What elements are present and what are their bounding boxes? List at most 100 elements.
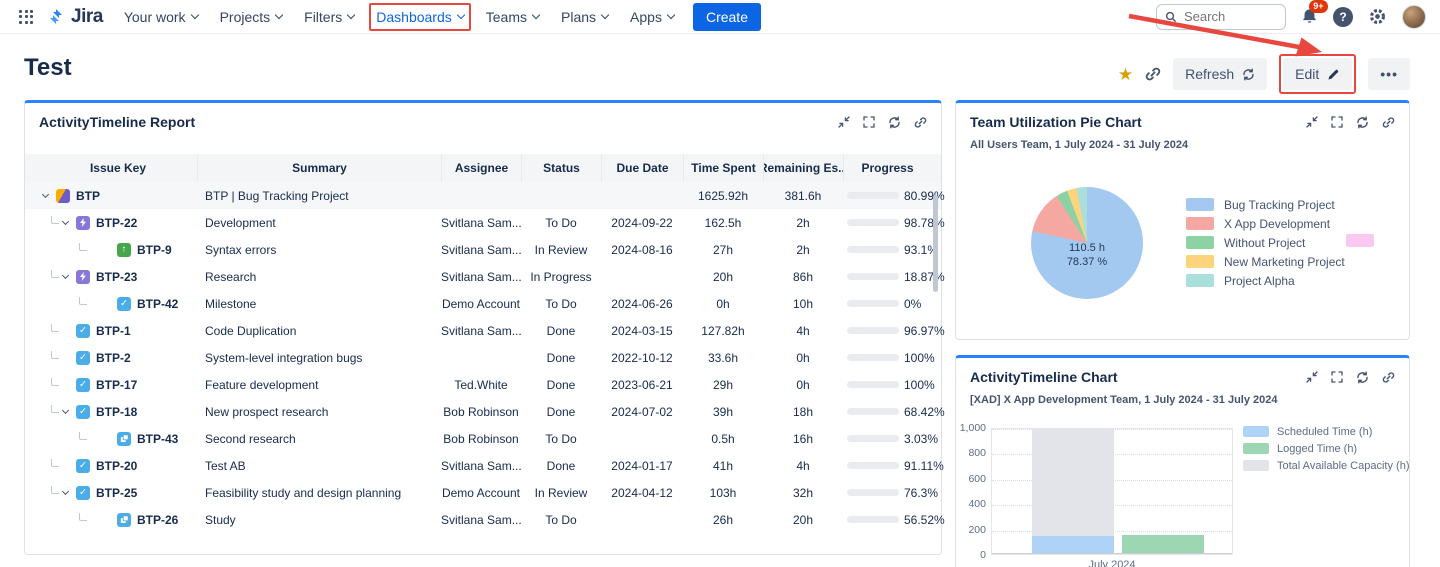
progress-label: 56.52% — [904, 513, 945, 527]
link-icon[interactable] — [914, 116, 927, 129]
column-header-time-spent[interactable]: Time Spent — [683, 154, 763, 182]
help-button[interactable]: ? — [1333, 7, 1353, 27]
issue-key-link[interactable]: BTP-43 — [137, 432, 178, 446]
issue-key-link[interactable]: BTP-23 — [96, 270, 137, 284]
refresh-icon — [1242, 68, 1255, 81]
expand-icon[interactable] — [863, 116, 875, 128]
expand-icon[interactable] — [1331, 371, 1343, 383]
issue-key-link[interactable]: BTP — [76, 189, 100, 203]
status-cell: To Do — [521, 297, 601, 311]
table-row-btp-9[interactable]: ↑BTP-9Syntax errorsSvitlana Sam...In Rev… — [25, 236, 941, 263]
column-header-remaining-es-[interactable]: Remaining Es... — [763, 154, 843, 182]
table-row-btp-20[interactable]: ✓BTP-20Test ABSvitlana Sam...Done2024-01… — [25, 452, 941, 479]
table-row-btp-26[interactable]: BTP-26StudySvitlana Sam...To Do26h20h56.… — [25, 506, 941, 533]
issue-key-link[interactable]: BTP-1 — [96, 324, 131, 338]
issue-key-link[interactable]: BTP-22 — [96, 216, 137, 230]
progress-bar — [847, 354, 899, 361]
nav-item-teams[interactable]: Teams — [479, 3, 546, 31]
favorite-star-icon[interactable]: ★ — [1118, 66, 1133, 83]
table-row-btp-22[interactable]: BTP-22DevelopmentSvitlana Sam...To Do202… — [25, 209, 941, 236]
nav-item-label: Projects — [220, 9, 271, 25]
table-row-btp-25[interactable]: ✓BTP-25Feasibility study and design plan… — [25, 479, 941, 506]
search-box[interactable] — [1156, 4, 1286, 30]
nav-item-apps[interactable]: Apps — [623, 3, 681, 31]
more-actions-button[interactable]: ••• — [1368, 58, 1410, 90]
issue-key-link[interactable]: BTP-20 — [96, 459, 137, 473]
progress-label: 0% — [904, 297, 921, 311]
time-spent-cell: 0h — [683, 297, 763, 311]
progress-cell: 76.3% — [843, 486, 931, 500]
progress-label: 3.03% — [904, 432, 938, 446]
issue-key-link[interactable]: BTP-2 — [96, 351, 131, 365]
column-header-issue-key[interactable]: Issue Key — [39, 154, 197, 182]
issue-key-link[interactable]: BTP-18 — [96, 405, 137, 419]
collapse-icon[interactable] — [838, 116, 850, 128]
issue-key-link[interactable]: BTP-17 — [96, 378, 137, 392]
column-header-due-date[interactable]: Due Date — [601, 154, 683, 182]
issue-key-cell: ✓BTP-20 — [39, 459, 197, 473]
jira-logo[interactable]: Jira — [46, 6, 103, 28]
subtask-issue-icon — [117, 513, 131, 527]
share-link-icon[interactable] — [1145, 66, 1161, 82]
row-expand-chevron-icon[interactable] — [42, 191, 49, 198]
row-expand-chevron-icon[interactable] — [62, 272, 69, 279]
create-button[interactable]: Create — [693, 3, 761, 31]
link-icon[interactable] — [1382, 371, 1395, 384]
issue-key-link[interactable]: BTP-9 — [137, 243, 172, 257]
status-cell: To Do — [521, 432, 601, 446]
row-expand-chevron-icon[interactable] — [62, 218, 69, 225]
nav-item-dashboards[interactable]: Dashboards — [369, 3, 471, 31]
table-row-btp-43[interactable]: BTP-43Second researchBob RobinsonTo Do0.… — [25, 425, 941, 452]
collapse-icon[interactable] — [1306, 116, 1318, 128]
assignee-cell: Svitlana Sam... — [441, 513, 521, 527]
legend-item-new-marketing-project: New Marketing Project — [1186, 252, 1345, 271]
legend-swatch — [1243, 460, 1269, 471]
link-icon[interactable] — [1382, 116, 1395, 129]
tree-connector — [51, 459, 59, 468]
table-row-btp[interactable]: BTPBTP | Bug Tracking Project1625.92h381… — [25, 182, 941, 209]
refresh-icon[interactable] — [1356, 371, 1369, 384]
summary-cell: Second research — [197, 432, 441, 446]
tree-connector — [51, 405, 59, 414]
nav-item-filters[interactable]: Filters — [297, 3, 361, 31]
remaining-estimate-cell: 4h — [763, 459, 843, 473]
due-date-cell: 2024-03-15 — [601, 324, 683, 338]
user-avatar[interactable] — [1402, 5, 1426, 29]
column-header-progress[interactable]: Progress — [843, 154, 931, 182]
table-row-btp-42[interactable]: ✓BTP-42MilestoneDemo AccountTo Do2024-06… — [25, 290, 941, 317]
column-header-assignee[interactable]: Assignee — [441, 154, 521, 182]
table-row-btp-1[interactable]: ✓BTP-1Code DuplicationSvitlana Sam...Don… — [25, 317, 941, 344]
table-row-btp-2[interactable]: ✓BTP-2System-level integration bugsDone2… — [25, 344, 941, 371]
notifications-button[interactable]: 9+ — [1301, 8, 1318, 25]
gear-icon — [1368, 7, 1387, 26]
table-scrollbar[interactable] — [933, 195, 938, 292]
nav-item-plans[interactable]: Plans — [554, 3, 615, 31]
row-expand-chevron-icon[interactable] — [62, 488, 69, 495]
refresh-icon[interactable] — [1356, 116, 1369, 129]
table-row-btp-23[interactable]: BTP-23ResearchSvitlana Sam...In Progress… — [25, 263, 941, 290]
issue-key-cell: BTP-26 — [39, 513, 197, 527]
table-row-btp-17[interactable]: ✓BTP-17Feature developmentTed.WhiteDone2… — [25, 371, 941, 398]
column-header-status[interactable]: Status — [521, 154, 601, 182]
pie-panel-header: Team Utilization Pie Chart — [956, 103, 1409, 130]
issue-key-link[interactable]: BTP-25 — [96, 486, 137, 500]
table-row-btp-18[interactable]: ✓BTP-18New prospect researchBob Robinson… — [25, 398, 941, 425]
app-switcher-icon[interactable] — [14, 5, 38, 29]
edit-button[interactable]: Edit — [1283, 58, 1352, 90]
row-expand-chevron-icon[interactable] — [62, 407, 69, 414]
expand-icon[interactable] — [1331, 116, 1343, 128]
collapse-icon[interactable] — [1306, 371, 1318, 383]
refresh-button[interactable]: Refresh — [1173, 58, 1267, 90]
nav-item-your-work[interactable]: Your work — [117, 3, 205, 31]
settings-button[interactable] — [1368, 7, 1387, 26]
issue-key-link[interactable]: BTP-42 — [137, 297, 178, 311]
issue-key-cell: ✓BTP-25 — [39, 486, 197, 500]
progress-cell: 68.42% — [843, 405, 931, 419]
column-header-summary[interactable]: Summary — [197, 154, 441, 182]
refresh-icon[interactable] — [888, 116, 901, 129]
progress-label: 91.11% — [904, 459, 944, 473]
issue-key-link[interactable]: BTP-26 — [137, 513, 178, 527]
progress-bar — [847, 381, 899, 388]
nav-item-projects[interactable]: Projects — [213, 3, 290, 31]
search-input[interactable] — [1184, 9, 1274, 24]
